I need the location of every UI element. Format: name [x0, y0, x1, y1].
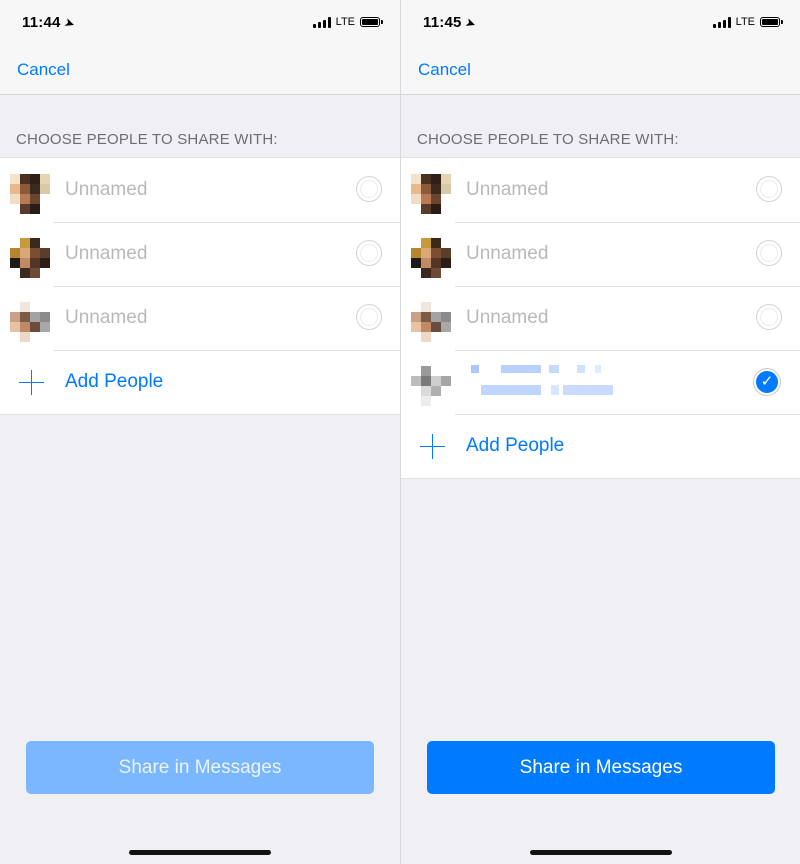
add-people-row[interactable]: Add People: [401, 414, 800, 478]
avatar: [411, 366, 451, 406]
contact-name: Unnamed: [466, 179, 549, 200]
navigation-bar: 11:44 ➤ LTE Cancel: [0, 0, 400, 95]
add-people-row[interactable]: Add People: [0, 350, 400, 414]
avatar: [10, 302, 50, 342]
checkmark-selected-icon[interactable]: ✓: [754, 369, 780, 395]
avatar: [411, 174, 451, 214]
screen-left: 11:44 ➤ LTE Cancel CHOOSE PEOPLE TO SHARE…: [0, 0, 400, 864]
contact-row[interactable]: Unnamed: [0, 158, 400, 222]
signal-bars-icon: [312, 16, 331, 28]
people-list: Unnamed Unnamed: [401, 157, 800, 479]
contact-row[interactable]: Unnamed: [401, 222, 800, 286]
avatar: [10, 238, 50, 278]
home-indicator[interactable]: [129, 850, 271, 855]
navigation-bar: 11:45 ➤ LTE Cancel: [401, 0, 800, 95]
people-list: Unnamed Unnamed: [0, 157, 400, 415]
status-time: 11:44 ➤: [22, 14, 76, 32]
section-header: CHOOSE PEOPLE TO SHARE WITH:: [417, 131, 679, 148]
radio-unselected-icon[interactable]: [356, 240, 382, 266]
status-time: 11:45 ➤: [423, 14, 477, 32]
contact-name: Unnamed: [65, 179, 148, 200]
avatar: [10, 174, 50, 214]
status-indicators: LTE: [312, 16, 383, 28]
add-people-label: Add People: [65, 371, 164, 392]
section-header: CHOOSE PEOPLE TO SHARE WITH:: [16, 131, 278, 148]
radio-unselected-icon[interactable]: [356, 176, 382, 202]
signal-bars-icon: [712, 16, 731, 28]
contact-name: Unnamed: [65, 243, 148, 264]
contact-row[interactable]: Unnamed: [401, 286, 800, 350]
avatar: [411, 302, 451, 342]
share-in-messages-button[interactable]: Share in Messages: [427, 741, 775, 794]
plus-icon: [19, 370, 44, 395]
contact-row[interactable]: Unnamed: [0, 286, 400, 350]
cancel-button[interactable]: Cancel: [17, 60, 70, 80]
obscured-contact-name: [467, 362, 617, 402]
contact-row[interactable]: Unnamed: [401, 158, 800, 222]
location-arrow-icon: ➤: [62, 16, 76, 32]
home-indicator[interactable]: [530, 850, 672, 855]
battery-icon: [360, 17, 383, 27]
radio-unselected-icon[interactable]: [756, 240, 782, 266]
network-type: LTE: [335, 16, 355, 28]
radio-unselected-icon[interactable]: [756, 304, 782, 330]
add-people-label: Add People: [466, 435, 565, 456]
share-in-messages-button[interactable]: Share in Messages: [26, 741, 374, 794]
cancel-button[interactable]: Cancel: [418, 60, 471, 80]
network-type: LTE: [735, 16, 755, 28]
contact-row[interactable]: Unnamed: [0, 222, 400, 286]
radio-unselected-icon[interactable]: [756, 176, 782, 202]
location-arrow-icon: ➤: [463, 16, 477, 32]
contact-row-selected[interactable]: ✓: [401, 350, 800, 414]
screen-right: 11:45 ➤ LTE Cancel CHOOSE PEOPLE TO SHARE…: [401, 0, 800, 864]
status-indicators: LTE: [712, 16, 783, 28]
contact-name: Unnamed: [466, 307, 549, 328]
contact-name: Unnamed: [466, 243, 549, 264]
contact-name: Unnamed: [65, 307, 148, 328]
plus-icon: [420, 434, 445, 459]
battery-icon: [760, 17, 783, 27]
radio-unselected-icon[interactable]: [356, 304, 382, 330]
avatar: [411, 238, 451, 278]
